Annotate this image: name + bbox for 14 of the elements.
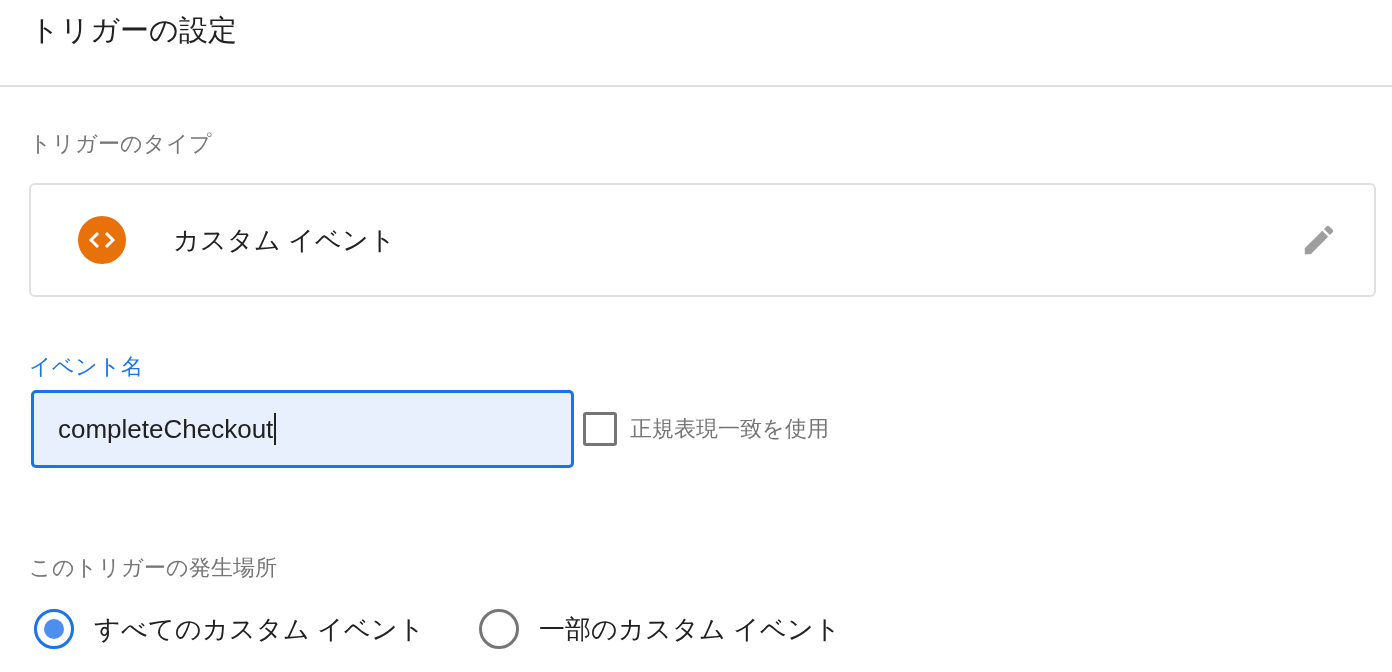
radio-button[interactable]	[479, 609, 520, 649]
section-label: このトリガーの発生場所	[29, 554, 278, 582]
radio-label: 一部のカスタム イベント	[539, 612, 842, 646]
trigger-type-name: カスタム イベント	[173, 223, 398, 257]
page-title: トリガーの設定	[30, 13, 237, 48]
checkbox-label: 正規表現一致を使用	[630, 415, 829, 443]
radio-button[interactable]	[34, 609, 74, 649]
section-label: トリガーのタイプ	[29, 130, 213, 158]
event-name-field[interactable]: completeCheckout	[31, 390, 574, 468]
code-icon	[78, 216, 126, 264]
field-label: イベント名	[29, 353, 144, 381]
radio-label: すべてのカスタム イベント	[94, 612, 426, 646]
trigger-type-card[interactable]: カスタム イベント	[29, 183, 1376, 297]
checkbox[interactable]	[583, 412, 617, 446]
